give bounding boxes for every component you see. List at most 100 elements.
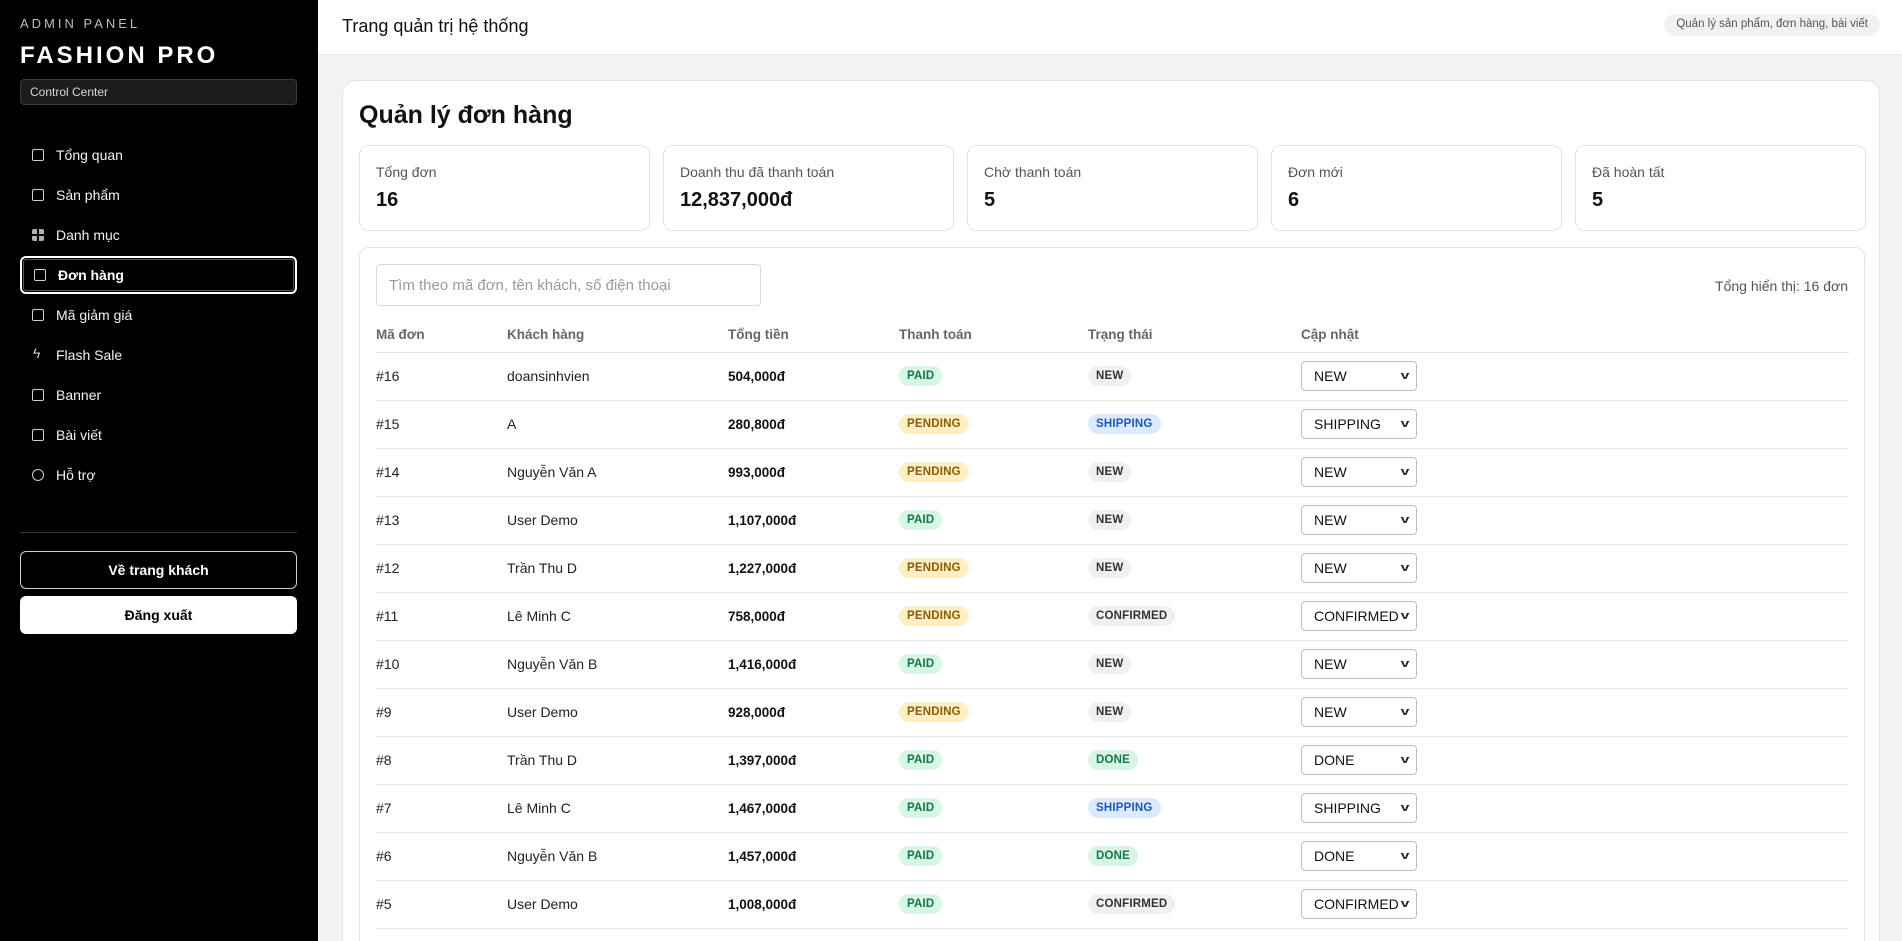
sidebar-item-6[interactable]: Banner — [20, 376, 297, 414]
update-cell: CONFIRMED v — [1301, 880, 1849, 929]
customer-name: User Demo — [507, 496, 728, 545]
payment-badge: PAID — [899, 894, 943, 914]
status-select[interactable]: DONE v — [1301, 745, 1417, 775]
order-total: 758,000đ — [728, 592, 899, 641]
clipboard-icon — [34, 269, 46, 281]
status-select[interactable]: DONE v — [1301, 841, 1417, 871]
ticket-icon — [32, 309, 44, 321]
table-row: #16 doansinhvien 504,000đ PAID NEW NEW v — [376, 352, 1849, 401]
status-select-value: NEW — [1314, 368, 1347, 384]
order-total: 1,107,000đ — [728, 496, 899, 545]
payment-badge: PENDING — [899, 558, 969, 578]
stat-label: Tổng đơn — [376, 164, 437, 180]
status-select[interactable]: CONFIRMED v — [1301, 889, 1417, 919]
status-select-value: CONFIRMED — [1314, 896, 1399, 912]
sidebar-item-label: Đơn hàng — [58, 267, 124, 283]
sidebar-item-4[interactable]: Mã giảm giá — [20, 296, 297, 334]
header-title: Trang quản trị hệ thống — [342, 16, 529, 36]
update-cell: CONFIRMED v — [1301, 592, 1849, 641]
stat-card: Doanh thu đã thanh toán 12,837,000đ — [663, 145, 954, 231]
sidebar-item-5[interactable]: Flash Sale — [20, 336, 297, 374]
payment-cell: PENDING — [899, 688, 1088, 737]
order-total: 504,000đ — [728, 352, 899, 401]
payment-badge: PAID — [899, 846, 943, 866]
customer-name: User Demo — [507, 688, 728, 737]
payment-cell: PAID — [899, 496, 1088, 545]
order-total: 1,397,000đ — [728, 736, 899, 785]
order-total: 1,008,000đ — [728, 880, 899, 929]
status-select[interactable]: SHIPPING v — [1301, 793, 1417, 823]
table-row: #12 Trần Thu D 1,227,000đ PENDING NEW NEW v — [376, 544, 1849, 593]
status-badge: CONFIRMED — [1088, 894, 1176, 914]
stat-card: Đơn mới 6 — [1271, 145, 1562, 231]
status-badge: DONE — [1088, 846, 1139, 866]
column-header: Mã đơn — [376, 318, 507, 353]
globe-icon — [32, 469, 44, 481]
sidebar-item-label: Bài viết — [56, 427, 102, 443]
order-id: #16 — [376, 352, 507, 401]
status-select[interactable]: NEW v — [1301, 649, 1417, 679]
customer-name: Trần Thu D — [507, 544, 728, 593]
sidebar-item-0[interactable]: Tổng quan — [20, 136, 297, 174]
status-badge: DONE — [1088, 750, 1139, 770]
status-badge: CONFIRMED — [1088, 606, 1176, 626]
payment-badge: PENDING — [899, 702, 969, 722]
bolt-icon — [32, 345, 44, 361]
update-cell: NEW v — [1301, 352, 1849, 401]
stat-value: 6 — [1288, 189, 1300, 211]
status-cell: SHIPPING — [1088, 784, 1301, 833]
status-select-value: NEW — [1314, 464, 1347, 480]
status-select[interactable]: NEW v — [1301, 361, 1417, 391]
payment-badge: PENDING — [899, 462, 969, 482]
stat-label: Doanh thu đã thanh toán — [680, 164, 835, 180]
order-total: 1,416,000đ — [728, 640, 899, 689]
sidebar-item-2[interactable]: Danh mục — [20, 216, 297, 254]
payment-badge: PAID — [899, 510, 943, 530]
table-row: #7 Lê Minh C 1,467,000đ PAID SHIPPING SHIPPIN… — [376, 784, 1849, 833]
status-select[interactable]: NEW v — [1301, 553, 1417, 583]
sidebar-item-8[interactable]: Hỗ trợ — [20, 456, 297, 494]
column-header: Trạng thái — [1088, 318, 1301, 353]
customer-name: Trần Thu D — [507, 736, 728, 785]
stat-label: Chờ thanh toán — [984, 164, 1082, 180]
payment-badge: PAID — [899, 750, 943, 770]
status-select[interactable]: CONFIRMED v — [1301, 601, 1417, 631]
table-row: #13 User Demo 1,107,000đ PAID NEW NEW v — [376, 496, 1849, 545]
status-select[interactable]: SHIPPING v — [1301, 409, 1417, 439]
sidebar-item-3[interactable]: Đơn hàng — [20, 256, 297, 294]
column-header: Cập nhật — [1301, 318, 1849, 353]
status-select[interactable]: NEW v — [1301, 457, 1417, 487]
stat-label: Đơn mới — [1288, 164, 1343, 180]
newspaper-icon — [32, 429, 44, 441]
status-cell: NEW — [1088, 544, 1301, 593]
status-select[interactable]: NEW v — [1301, 697, 1417, 727]
grid-icon — [32, 229, 44, 241]
header-description-pill: Quản lý sản phẩm, đơn hàng, bài viết — [1664, 14, 1880, 36]
top-header: Trang quản trị hệ thống Quản lý sản phẩm… — [318, 0, 1902, 55]
sidebar-item-7[interactable]: Bài viết — [20, 416, 297, 454]
payment-cell: PENDING — [899, 544, 1088, 593]
column-header: Tổng tiền — [728, 318, 899, 353]
customer-name: Nguyễn Văn B — [507, 832, 728, 881]
sidebar-item-1[interactable]: Sản phẩm — [20, 176, 297, 214]
customer-name: doansinhvien — [507, 352, 728, 401]
customer-name: A — [507, 400, 728, 449]
back-to-store-button[interactable]: Về trang khách — [20, 551, 297, 589]
status-cell: CONFIRMED — [1088, 592, 1301, 641]
update-cell: NEW v — [1301, 688, 1849, 737]
stat-value: 16 — [376, 189, 399, 211]
stat-label: Đã hoàn tất — [1592, 164, 1665, 180]
update-cell: DONE v — [1301, 832, 1849, 881]
status-select[interactable]: NEW v — [1301, 505, 1417, 535]
customer-name: Nguyễn Văn B — [507, 640, 728, 689]
order-id: #13 — [376, 496, 507, 545]
payment-cell: PAID — [899, 640, 1088, 689]
chevron-down-icon: v — [1400, 466, 1410, 478]
chevron-down-icon: v — [1400, 514, 1410, 526]
status-select-value: NEW — [1314, 560, 1347, 576]
status-select-value: SHIPPING — [1314, 416, 1381, 432]
payment-cell: PAID — [899, 784, 1088, 833]
table-row: #14 Nguyễn Văn A 993,000đ PENDING NEW NEW v — [376, 448, 1849, 497]
logout-button[interactable]: Đăng xuất — [20, 596, 297, 634]
search-input[interactable] — [376, 264, 761, 306]
